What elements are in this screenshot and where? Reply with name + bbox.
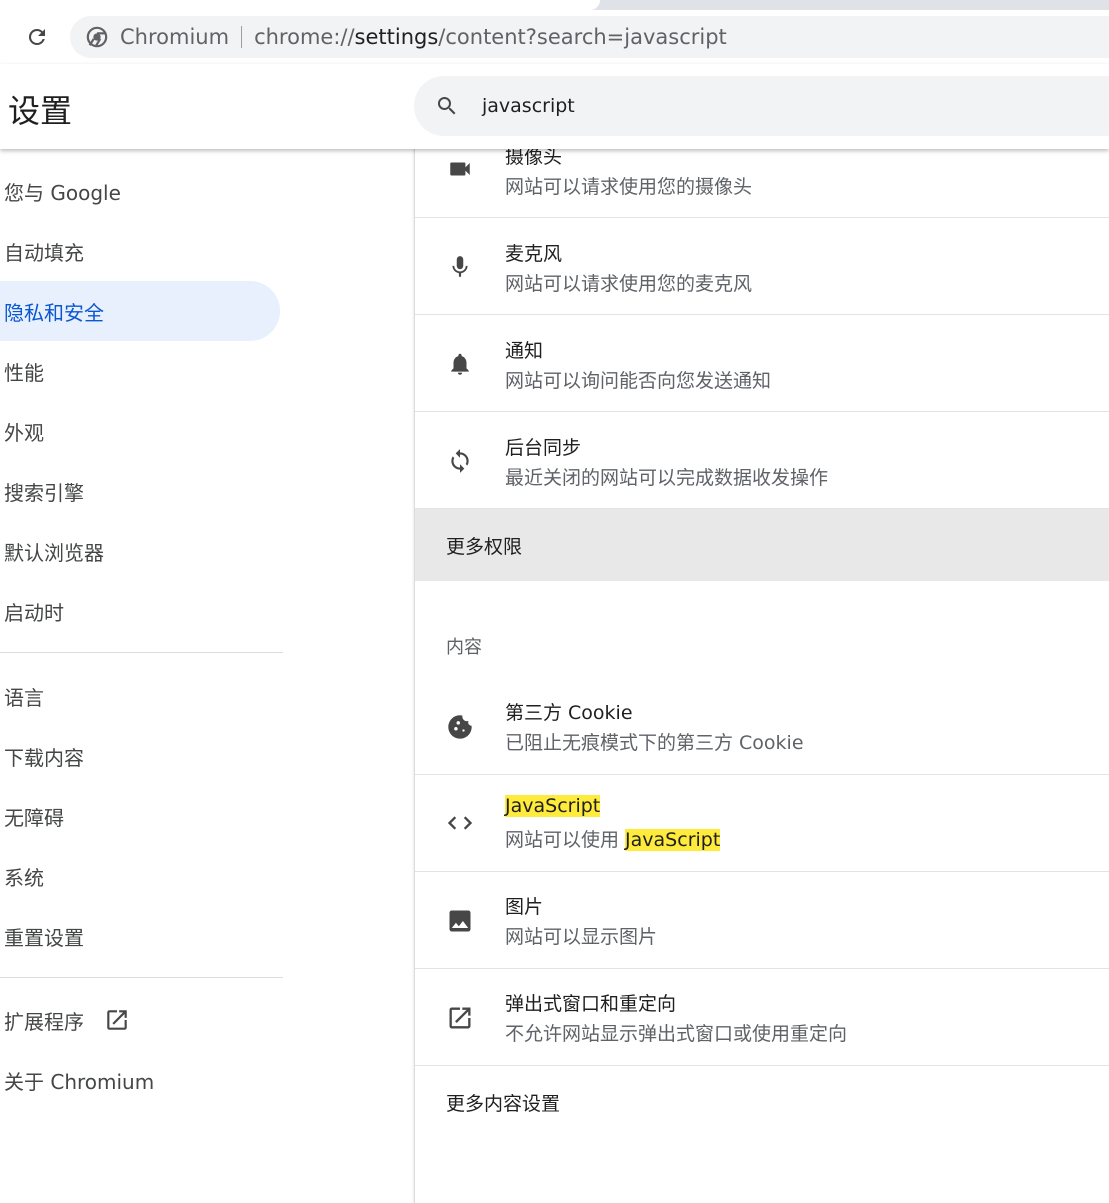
omnibox-separator bbox=[241, 26, 243, 48]
settings-header: 设置 javascript bbox=[0, 64, 1109, 149]
active-tab[interactable] bbox=[0, 0, 600, 10]
open-in-new-icon bbox=[445, 1003, 475, 1033]
content-row-javascript[interactable]: JavaScript 网站可以使用 JavaScript bbox=[415, 775, 1109, 872]
row-label: 弹出式窗口和重定向 bbox=[505, 993, 677, 1015]
more-content-settings-expander[interactable]: 更多内容设置 bbox=[446, 1089, 560, 1116]
sidebar-item-search-engine[interactable]: 搜索引擎 bbox=[0, 461, 280, 521]
videocam-icon bbox=[445, 154, 475, 184]
sidebar-item-on-startup[interactable]: 启动时 bbox=[0, 581, 280, 641]
row-description: 网站可以询问能否向您发送通知 bbox=[505, 370, 772, 392]
tab-strip bbox=[0, 0, 1109, 10]
origin-label: Chromium bbox=[120, 25, 230, 49]
row-label: 后台同步 bbox=[505, 437, 582, 459]
row-label: 第三方 Cookie bbox=[505, 702, 633, 724]
sidebar-item-privacy-security[interactable]: 隐私和安全 bbox=[0, 281, 280, 341]
image-icon bbox=[445, 906, 475, 936]
sidebar-divider bbox=[0, 652, 283, 653]
sidebar-item-languages[interactable]: 语言 bbox=[0, 666, 280, 726]
chromium-logo-icon bbox=[86, 26, 108, 48]
row-description: 不允许网站显示弹出式窗口或使用重定向 bbox=[505, 1023, 848, 1045]
more-permissions-expander[interactable]: 更多权限 bbox=[415, 509, 1109, 581]
row-description: 已阻止无痕模式下的第三方 Cookie bbox=[505, 732, 804, 754]
row-description: 网站可以请求使用您的摄像头 bbox=[505, 176, 753, 198]
sidebar-item-appearance[interactable]: 外观 bbox=[0, 401, 280, 461]
row-description: 网站可以请求使用您的麦克风 bbox=[505, 273, 753, 295]
reload-icon bbox=[28, 28, 45, 45]
permission-row-notifications[interactable]: 通知 网站可以询问能否向您发送通知 bbox=[415, 315, 1109, 412]
row-description: 网站可以使用 JavaScript bbox=[505, 829, 721, 851]
row-label: JavaScript bbox=[505, 795, 601, 817]
address-bar[interactable]: Chromium chrome://settings/content?searc… bbox=[70, 16, 1109, 58]
row-description: 网站可以显示图片 bbox=[505, 926, 658, 948]
mic-icon bbox=[445, 252, 475, 282]
sidebar-item-reset[interactable]: 重置设置 bbox=[0, 906, 280, 966]
sidebar-item-extensions[interactable]: 扩展程序 bbox=[0, 990, 280, 1050]
browser-toolbar: Chromium chrome://settings/content?searc… bbox=[0, 10, 1109, 64]
permission-row-background-sync[interactable]: 后台同步 最近关闭的网站可以完成数据收发操作 bbox=[415, 412, 1109, 509]
sidebar-item-system[interactable]: 系统 bbox=[0, 846, 280, 906]
sidebar-item-about-chromium[interactable]: 关于 Chromium bbox=[0, 1050, 280, 1110]
settings-search-box[interactable]: javascript bbox=[414, 76, 1109, 136]
search-input[interactable]: javascript bbox=[482, 95, 575, 117]
bell-icon bbox=[445, 349, 475, 379]
settings-sidebar: 您与 Google 自动填充 隐私和安全 性能 外观 搜索引擎 默认浏览器 启动… bbox=[0, 149, 414, 1203]
content-row-popups-redirects[interactable]: 弹出式窗口和重定向 不允许网站显示弹出式窗口或使用重定向 bbox=[415, 969, 1109, 1066]
code-icon bbox=[445, 808, 475, 838]
row-description: 最近关闭的网站可以完成数据收发操作 bbox=[505, 467, 829, 489]
url-text: chrome://settings/content?search=javascr… bbox=[254, 25, 727, 49]
search-icon bbox=[434, 93, 460, 119]
search-highlight: JavaScript bbox=[625, 829, 721, 851]
sidebar-item-accessibility[interactable]: 无障碍 bbox=[0, 786, 280, 846]
sidebar-divider bbox=[0, 977, 283, 978]
page-title: 设置 bbox=[8, 92, 73, 130]
row-label: 通知 bbox=[505, 340, 544, 362]
row-label: 图片 bbox=[505, 896, 544, 918]
sidebar-item-default-browser[interactable]: 默认浏览器 bbox=[0, 521, 280, 581]
sidebar-item-performance[interactable]: 性能 bbox=[0, 341, 280, 401]
sidebar-item-label: 扩展程序 bbox=[4, 1009, 84, 1034]
open-in-new-icon bbox=[104, 1007, 130, 1033]
sync-icon bbox=[445, 446, 475, 476]
content-row-third-party-cookies[interactable]: 第三方 Cookie 已阻止无痕模式下的第三方 Cookie bbox=[415, 678, 1109, 775]
row-label: 麦克风 bbox=[505, 243, 563, 265]
cookie-icon bbox=[445, 712, 475, 742]
permission-row-microphone[interactable]: 麦克风 网站可以请求使用您的麦克风 bbox=[415, 218, 1109, 315]
content-row-images[interactable]: 图片 网站可以显示图片 bbox=[415, 872, 1109, 969]
reload-button[interactable] bbox=[22, 22, 52, 52]
settings-main-panel: 摄像头 网站可以请求使用您的摄像头 麦克风 网站可以请求使用您的麦克风 通知 网… bbox=[414, 146, 1109, 1203]
search-highlight: JavaScript bbox=[505, 795, 601, 817]
sidebar-item-you-and-google[interactable]: 您与 Google bbox=[0, 161, 280, 221]
content-section-heading: 内容 bbox=[446, 637, 482, 658]
sidebar-item-autofill[interactable]: 自动填充 bbox=[0, 221, 280, 281]
sidebar-item-downloads[interactable]: 下载内容 bbox=[0, 726, 280, 786]
